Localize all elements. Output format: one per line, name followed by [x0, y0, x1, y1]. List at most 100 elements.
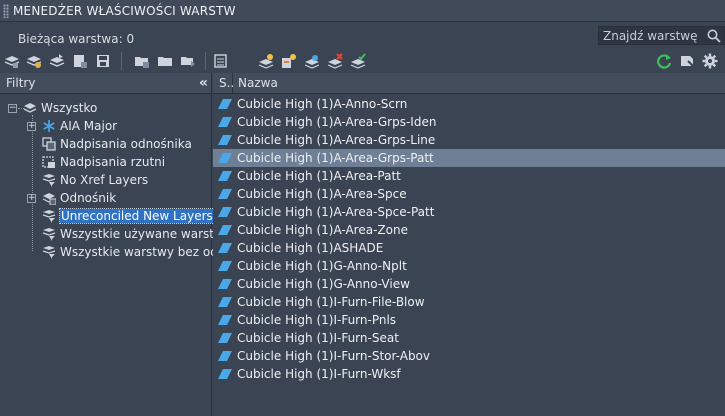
filter-label: Wszystko	[41, 101, 98, 115]
save-state-icon[interactable]	[95, 53, 111, 69]
table-row[interactable]: Cubicle High (1)ASHADE	[213, 239, 725, 257]
layer-status-icon[interactable]	[218, 207, 232, 217]
column-status-header[interactable]: S..	[213, 72, 234, 94]
table-row[interactable]: Cubicle High (1)A-Area-Spce	[213, 185, 725, 203]
layer-status-icon[interactable]	[218, 225, 232, 235]
folder-icon[interactable]	[157, 53, 173, 69]
filter-item-no-xref-layers[interactable]: No Xref Layers	[42, 171, 148, 189]
viewport-override-icon	[42, 156, 55, 168]
new-layer-vp-icon[interactable]	[281, 53, 297, 69]
filter-item-xref[interactable]: + Odnośnik	[27, 189, 116, 207]
table-row[interactable]: Cubicle High (1)A-Area-Grps-Iden	[213, 113, 725, 131]
table-row[interactable]: Cubicle High (1)A-Area-Grps-Line	[213, 131, 725, 149]
filter-item-viewport-overrides[interactable]: Nadpisania rzutni	[42, 153, 165, 171]
filter-item-unreconciled[interactable]: Unreconciled New Layers	[42, 207, 215, 225]
layer-name: Cubicle High (1)G-Anno-Nplt	[237, 259, 407, 273]
refresh-icon[interactable]	[656, 53, 672, 69]
table-row[interactable]: Cubicle High (1)I-Furn-Wksf	[213, 365, 725, 383]
layer-list-header: S.. Nazwa	[213, 72, 725, 94]
filter-item-xref-overrides[interactable]: Nadpisania odnośnika	[42, 135, 192, 153]
set-current-icon[interactable]	[350, 53, 366, 69]
layer-status-icon[interactable]	[218, 351, 232, 361]
layer-name: Cubicle High (1)I-Furn-File-Blow	[237, 295, 425, 309]
table-row[interactable]: Cubicle High (1)G-Anno-View	[213, 275, 725, 293]
layer-status-icon[interactable]	[218, 135, 232, 145]
filter-label: AIA Major	[60, 119, 118, 133]
current-layer-label: Bieżąca warstwa: 0	[18, 32, 135, 46]
xref-icon	[42, 193, 56, 205]
xref-override-icon	[42, 137, 56, 151]
toolbar-separator	[121, 52, 122, 70]
filter-item-unreferenced-layers[interactable]: Wszystkie warstwy bez odnie	[42, 243, 236, 261]
table-row[interactable]: Cubicle High (1)A-Area-Spce-Patt	[213, 203, 725, 221]
table-row[interactable]: Cubicle High (1)A-Anno-Scrn	[213, 95, 725, 113]
delete-layer-icon[interactable]	[327, 53, 343, 69]
expand-tree-icon[interactable]: +	[27, 193, 36, 203]
layer-states-icon[interactable]	[49, 53, 65, 69]
filter-label: Wszystkie warstwy bez odnie	[60, 245, 237, 259]
settings-swatch-icon[interactable]	[679, 53, 695, 69]
layer-name: Cubicle High (1)I-Furn-Wksf	[237, 367, 401, 381]
layer-name: Cubicle High (1)A-Area-Grps-Patt	[237, 151, 434, 165]
layer-status-icon[interactable]	[218, 117, 232, 127]
new-group-filter-icon[interactable]	[26, 53, 42, 69]
filter-label: Wszystkie używane warstwy	[60, 227, 231, 241]
layer-status-icon[interactable]	[218, 99, 232, 109]
table-row[interactable]: Cubicle High (1)G-Anno-Nplt	[213, 257, 725, 275]
column-name-header[interactable]: Nazwa	[233, 76, 278, 90]
layer-list-icon[interactable]	[213, 53, 229, 69]
filter-item-all[interactable]: − Wszystko	[8, 99, 97, 117]
search-icon[interactable]	[706, 28, 722, 44]
filter-icon	[42, 174, 56, 187]
layers-stack-icon	[23, 103, 37, 113]
layer-list-pane: S.. Nazwa Cubicle High (1)A-Anno-Scrn Cub…	[213, 72, 725, 416]
layer-name: Cubicle High (1)A-Area-Patt	[237, 169, 401, 183]
table-row[interactable]: Cubicle High (1)I-Furn-Stor-Abov	[213, 347, 725, 365]
layer-status-icon[interactable]	[218, 171, 232, 181]
layer-status-icon[interactable]	[218, 333, 232, 343]
folder-copy-icon[interactable]	[180, 53, 196, 69]
filter-label-selected: Unreconciled New Layers	[59, 208, 215, 224]
layer-status-icon[interactable]	[218, 369, 232, 379]
filter-item-aia-major[interactable]: + AIA Major	[27, 117, 117, 135]
layer-name: Cubicle High (1)A-Area-Spce-Patt	[237, 205, 435, 219]
layer-status-icon[interactable]	[218, 261, 232, 271]
table-row[interactable]: Cubicle High (1)I-Furn-File-Blow	[213, 293, 725, 311]
layer-status-icon[interactable]	[218, 279, 232, 289]
layer-name: Cubicle High (1)A-Area-Grps-Line	[237, 133, 436, 147]
layer-name: Cubicle High (1)G-Anno-View	[237, 277, 410, 291]
filter-label: Nadpisania odnośnika	[60, 137, 192, 151]
search-input[interactable]: Znajdź warstwę	[599, 29, 706, 43]
palette-title: MENEDŻER WŁAŚCIWOŚCI WARSTW	[13, 3, 236, 18]
new-property-filter-icon[interactable]	[4, 53, 20, 69]
layer-settings-icon[interactable]	[304, 53, 320, 69]
collapse-tree-icon[interactable]: −	[8, 103, 17, 113]
filter-label: Odnośnik	[60, 191, 117, 205]
layer-name: Cubicle High (1)A-Area-Zone	[237, 223, 408, 237]
layer-status-icon[interactable]	[218, 297, 232, 307]
layer-status-icon[interactable]	[218, 243, 232, 253]
filter-item-used-layers[interactable]: Wszystkie używane warstwy	[42, 225, 231, 243]
table-row[interactable]: Cubicle High (1)A-Area-Patt	[213, 167, 725, 185]
table-row[interactable]: Cubicle High (1)I-Furn-Pnls	[213, 311, 725, 329]
layer-status-icon[interactable]	[218, 189, 232, 199]
layer-name: Cubicle High (1)A-Area-Spce	[237, 187, 407, 201]
search-layer-box[interactable]: Znajdź warstwę	[598, 26, 725, 45]
folder-filter-icon[interactable]	[134, 53, 150, 69]
grip-handle[interactable]	[3, 3, 9, 18]
toolbar-separator	[205, 52, 206, 70]
collapse-icon[interactable]: «	[199, 75, 208, 91]
filter-icon	[42, 228, 56, 241]
layer-states-manager-icon[interactable]	[72, 53, 88, 69]
layer-status-icon[interactable]	[218, 315, 232, 325]
layer-name: Cubicle High (1)A-Area-Grps-Iden	[237, 115, 437, 129]
new-layer-icon[interactable]	[258, 53, 274, 69]
layer-name: Cubicle High (1)I-Furn-Seat	[237, 331, 399, 345]
layer-status-icon[interactable]	[218, 153, 232, 163]
gear-icon[interactable]	[702, 53, 718, 69]
table-row[interactable]: Cubicle High (1)A-Area-Zone	[213, 221, 725, 239]
expand-tree-icon[interactable]: +	[27, 121, 36, 131]
table-row[interactable]: Cubicle High (1)I-Furn-Seat	[213, 329, 725, 347]
filters-title: Filtry	[6, 76, 36, 90]
table-row[interactable]: Cubicle High (1)A-Area-Grps-Patt	[213, 149, 725, 167]
